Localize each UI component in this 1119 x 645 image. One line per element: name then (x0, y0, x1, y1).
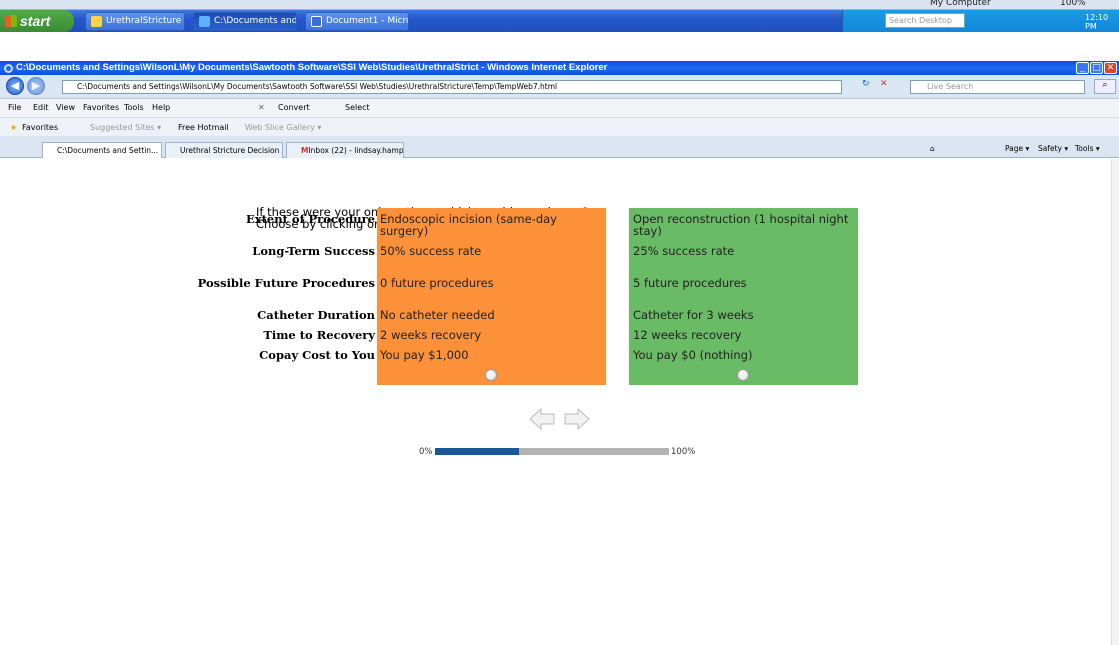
minimize-button[interactable]: _ (1076, 62, 1089, 74)
stop-icon[interactable]: ✕ (880, 79, 892, 93)
tools-menu[interactable]: Tools ▾ (1075, 144, 1100, 153)
taskbar-item-label: C:\Documents and Se... (214, 16, 297, 26)
zoom-level[interactable]: 100% (1060, 0, 1086, 8)
windows-flag-icon (5, 15, 17, 27)
progress-fill (435, 448, 520, 455)
option-a-value: 0 future procedures (380, 276, 494, 290)
search-icon[interactable]: ⌕ (1094, 79, 1116, 94)
system-tray (842, 10, 1119, 32)
word-icon (311, 16, 322, 27)
attribute-label: Time to Recovery (263, 328, 375, 342)
ie-icon (199, 16, 210, 27)
close-button[interactable]: ✕ (1104, 62, 1117, 74)
start-button[interactable]: start (0, 10, 74, 32)
close-toolbar-icon[interactable]: ✕ (258, 99, 265, 117)
taskbar-item-label: UrethralStricture - Sa... (106, 16, 184, 26)
menu-help[interactable]: Help (152, 99, 170, 117)
attribute-label: Catheter Duration (257, 308, 375, 322)
desktop-top-strip: My Computer 100% (0, 0, 1119, 10)
live-search-input[interactable]: Live Search (910, 80, 1085, 94)
suggested-sites-link[interactable]: Suggested Sites ▾ (90, 118, 161, 137)
option-a-value: No catheter needed (380, 308, 495, 322)
ie-logo-icon (4, 64, 13, 73)
attribute-label: Possible Future Procedures (197, 276, 375, 290)
taskbar-item-label: Document1 - Microsof... (326, 16, 408, 26)
option-a-value: Endoscopic incision (same-day surgery) (380, 212, 557, 238)
page-menu[interactable]: Page ▾ (1005, 144, 1029, 153)
progress-start-label: 0% (419, 447, 433, 457)
attribute-label: Extent of Procedure (245, 212, 375, 226)
favorites-bar: ★ Favorites Suggested Sites ▾ Free Hotma… (0, 117, 1119, 136)
next-arrow-icon[interactable] (564, 408, 590, 430)
option-b-value: Catheter for 3 weeks (633, 308, 754, 322)
previous-arrow-icon[interactable] (529, 408, 555, 430)
menu-file[interactable]: File (8, 99, 21, 117)
back-button[interactable]: ◀ (6, 77, 24, 95)
attribute-label: Copay Cost to You (259, 348, 375, 362)
tab-label: Inbox (22) - lindsay.hampso... (308, 146, 404, 155)
free-hotmail-link[interactable]: Free Hotmail (178, 118, 229, 137)
option-a-radio[interactable] (485, 369, 497, 381)
tab-label: C:\Documents and Settin... (57, 146, 159, 155)
my-computer-label[interactable]: My Computer (930, 0, 991, 8)
tab-documents[interactable]: C:\Documents and Settin... (42, 142, 162, 158)
tab-label: Urethral Stricture Decision A... (180, 146, 283, 155)
option-a-value: 50% success rate (380, 244, 482, 258)
taskbar-item-word[interactable]: Document1 - Microsof... (305, 12, 409, 31)
option-a-value: You pay $1,000 (380, 348, 469, 362)
attribute-label: Long-Term Success (252, 244, 375, 258)
web-slice-gallery-link[interactable]: Web Slice Gallery ▾ (245, 118, 321, 137)
select-button[interactable]: Select (345, 99, 370, 117)
option-b-value: 25% success rate (633, 244, 735, 258)
home-icon[interactable]: ⌂ (930, 144, 935, 153)
menu-view[interactable]: View (56, 99, 75, 117)
desktop-search-input[interactable]: Search Desktop (885, 13, 965, 28)
menu-bar: File Edit View Favorites Tools Help ✕ Co… (0, 99, 1119, 117)
progress-end-label: 100% (671, 447, 696, 457)
favorites-button[interactable]: Favorites (22, 118, 58, 137)
vertical-scrollbar[interactable] (1111, 159, 1119, 645)
app-icon (91, 16, 102, 27)
start-label: start (20, 13, 51, 29)
option-b-value: 12 weeks recovery (633, 328, 742, 342)
menu-tools[interactable]: Tools (124, 99, 144, 117)
option-b-value: Open reconstruction (1 hospital night st… (633, 212, 849, 238)
refresh-icon[interactable]: ↻ (862, 79, 874, 93)
convert-button[interactable]: Convert (278, 99, 310, 117)
option-b-value: You pay $0 (nothing) (633, 348, 753, 362)
option-b-radio[interactable] (737, 369, 749, 381)
menu-edit[interactable]: Edit (33, 99, 49, 117)
address-input[interactable]: C:\Documents and Settings\WilsonL\My Doc… (62, 80, 842, 94)
taskbar-item-ie[interactable]: C:\Documents and Se... (193, 12, 297, 31)
safety-menu[interactable]: Safety ▾ (1038, 144, 1068, 153)
tab-urethral-stricture[interactable]: Urethral Stricture Decision A... (165, 142, 283, 158)
option-a-value: 2 weeks recovery (380, 328, 482, 342)
maximize-button[interactable]: □ (1090, 62, 1103, 74)
taskbar-item-urethral[interactable]: UrethralStricture - Sa... (85, 12, 185, 31)
tab-inbox[interactable]: MInbox (22) - lindsay.hampso... (286, 142, 404, 158)
star-icon: ★ (10, 123, 18, 132)
forward-button[interactable]: ▶ (27, 77, 45, 95)
option-b-value: 5 future procedures (633, 276, 747, 290)
menu-favorites[interactable]: Favorites (83, 99, 119, 117)
window-title: C:\Documents and Settings\WilsonL\My Doc… (0, 61, 1119, 75)
clock[interactable]: 12:10 PM (1085, 13, 1119, 31)
